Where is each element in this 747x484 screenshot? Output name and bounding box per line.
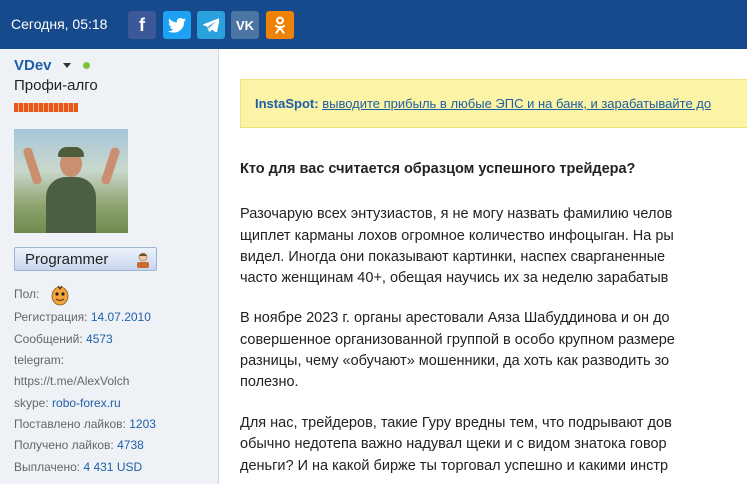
paragraph-3-line-2: обычно недотепа важно надувал щеки и с в… — [240, 436, 667, 452]
paragraph-2-line-4: полезно. — [240, 374, 299, 390]
telegram-label: telegram: — [14, 353, 65, 367]
avatar-cap — [58, 147, 84, 157]
registration-row: Регистрация: 14.07.2010 — [14, 310, 151, 324]
avatar-arm-right — [100, 146, 121, 186]
user-rank-badge: Programmer — [14, 247, 157, 271]
ad-brand: InstaSpot: — [255, 96, 319, 111]
avatar-arm-left — [22, 146, 43, 186]
post-content: InstaSpot: выводите прибыль в любые ЭПС … — [219, 49, 747, 484]
paragraph-1-line-1: Разочарую всех энтузиастов, я не могу на… — [240, 206, 673, 222]
likes-given-value[interactable]: 1203 — [129, 417, 156, 431]
facebook-share-icon[interactable]: f — [128, 11, 156, 39]
paid-value: 4 431 USD — [83, 460, 143, 474]
gender-row: Пол: — [14, 287, 39, 301]
likes-given-row: Поставлено лайков: 1203 — [14, 417, 156, 431]
post-header: Сегодня, 05:18 f VK — [0, 0, 747, 49]
paragraph-1-line-4: часто женщинам 40+, обещая научись их за… — [240, 270, 669, 286]
skype-label: skype: — [14, 396, 49, 410]
paragraph-1-line-3: видел. Иногда они показывают картинки, н… — [240, 249, 666, 265]
paragraph-1-line-2: щиплет карманы лохов огромное количество… — [240, 228, 674, 244]
gender-label: Пол: — [14, 287, 40, 301]
likes-received-row: Получено лайков: 4738 — [14, 438, 144, 452]
paragraph-2-line-1: В ноябре 2023 г. органы арестовали Аяза … — [240, 310, 670, 326]
likes-received-value[interactable]: 4738 — [117, 438, 144, 452]
paid-label: Выплачено: — [14, 460, 81, 474]
telegram-share-icon[interactable] — [197, 11, 225, 39]
posts-label: Сообщений: — [14, 332, 83, 346]
gender-smiley-icon — [51, 285, 69, 306]
avatar-body — [46, 177, 96, 233]
twitter-share-icon[interactable] — [163, 11, 191, 39]
username-link[interactable]: VDev — [14, 57, 52, 74]
user-sidebar: VDev Профи-алго Programmer Пол: Регистра… — [0, 49, 219, 484]
programmer-icon — [137, 252, 149, 268]
telegram-link[interactable]: https://t.me/AlexVolch — [14, 374, 129, 388]
reputation-bar — [14, 103, 78, 112]
paragraph-3-line-1: Для нас, трейдеров, такие Гуру вредны те… — [240, 415, 672, 431]
paragraph-2-line-3: разницы, чему «обучают» мошенники, да хо… — [240, 353, 670, 369]
chevron-down-icon[interactable] — [63, 63, 71, 68]
odnoklassniki-share-icon[interactable] — [266, 11, 294, 39]
post-date: Сегодня, 05:18 — [11, 16, 108, 32]
ad-text: InstaSpot: выводите прибыль в любые ЭПС … — [255, 96, 711, 111]
paragraph-2-line-2: совершенное организованной группой в осо… — [240, 332, 675, 348]
avatar[interactable] — [14, 129, 128, 233]
registration-value: 14.07.2010 — [90, 310, 151, 324]
paragraph-3-line-3: деньги? И на какой бирже ты торговал усп… — [240, 458, 669, 474]
post-heading: Кто для вас считается образцом успешного… — [240, 161, 636, 177]
paid-row: Выплачено: 4 431 USD — [14, 460, 142, 474]
skype-row: skype: robo-forex.ru — [14, 396, 121, 410]
posts-row: Сообщений: 4573 — [14, 332, 113, 346]
likes-given-label: Поставлено лайков: — [14, 417, 126, 431]
posts-count-link[interactable]: 4573 — [86, 332, 113, 346]
registration-label: Регистрация: — [14, 310, 88, 324]
online-status-icon — [83, 62, 90, 69]
badge-label: Programmer — [25, 251, 109, 268]
vk-share-icon[interactable]: VK — [231, 11, 259, 39]
likes-received-label: Получено лайков: — [14, 438, 114, 452]
user-title: Профи-алго — [14, 77, 98, 94]
skype-value[interactable]: robo-forex.ru — [52, 396, 121, 410]
ad-banner[interactable]: InstaSpot: выводите прибыль в любые ЭПС … — [240, 79, 747, 128]
ad-link[interactable]: выводите прибыль в любые ЭПС и на банк, … — [322, 96, 711, 111]
